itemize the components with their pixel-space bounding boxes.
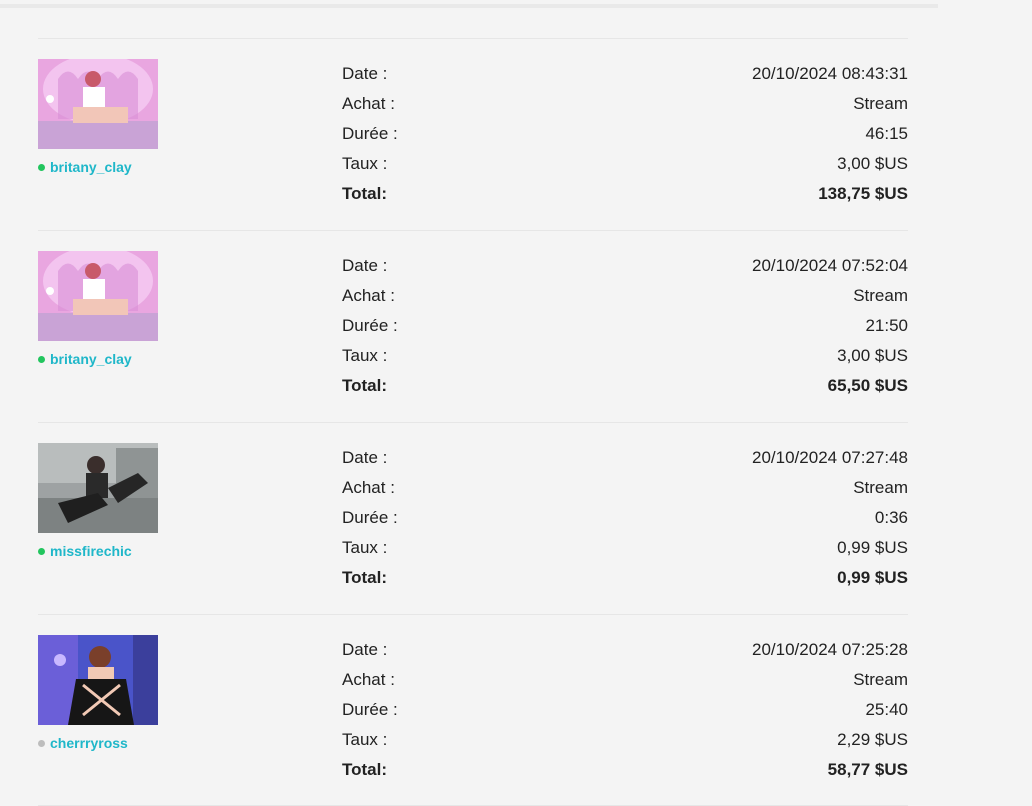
model-thumbnail[interactable] <box>38 635 158 725</box>
username-link[interactable]: cherrryross <box>38 734 128 752</box>
purchase-label: Achat : <box>342 286 395 305</box>
total-value: 0,99 $US <box>837 568 908 587</box>
pink-room-image <box>38 59 158 149</box>
rate-row: Taux : 3,00 $US <box>342 341 908 371</box>
rate-label: Taux : <box>342 346 388 365</box>
transaction-list: britany_clay Date : 20/10/2024 08:43:31 … <box>38 38 908 806</box>
top-divider <box>0 4 938 8</box>
date-row: Date : 20/10/2024 08:43:31 <box>342 59 908 89</box>
transaction-entry: cherrryross Date : 20/10/2024 07:25:28 A… <box>38 614 908 806</box>
online-status-dot <box>38 163 45 171</box>
total-row: Total: 58,77 $US <box>342 755 908 785</box>
username-link[interactable]: missfirechic <box>38 542 132 560</box>
total-value: 65,50 $US <box>827 376 908 395</box>
transaction-entry: missfirechic Date : 20/10/2024 07:27:48 … <box>38 422 908 614</box>
total-value: 58,77 $US <box>827 760 908 779</box>
rate-row: Taux : 0,99 $US <box>342 533 908 563</box>
username-link[interactable]: britany_clay <box>38 158 132 176</box>
purchase-value: Stream <box>853 286 908 305</box>
duration-value: 0:36 <box>874 508 908 527</box>
total-label: Total: <box>342 376 388 395</box>
transaction-details: Date : 20/10/2024 07:27:48 Achat : Strea… <box>342 443 908 593</box>
date-value: 20/10/2024 07:25:28 <box>752 640 908 659</box>
rate-value: 2,29 $US <box>837 730 908 749</box>
blue-light-image <box>38 635 158 725</box>
purchase-label: Achat : <box>342 478 395 497</box>
total-label: Total: <box>342 568 388 587</box>
model-thumbnail[interactable] <box>38 443 158 533</box>
offline-status-dot <box>38 739 45 747</box>
rate-label: Taux : <box>342 154 388 173</box>
purchase-row: Achat : Stream <box>342 665 908 695</box>
duration-row: Durée : 21:50 <box>342 311 908 341</box>
purchase-value: Stream <box>853 670 908 689</box>
online-status-dot <box>38 547 45 555</box>
duration-value: 46:15 <box>865 124 908 143</box>
rate-label: Taux : <box>342 538 388 557</box>
transaction-details: Date : 20/10/2024 08:43:31 Achat : Strea… <box>342 59 908 209</box>
total-value: 138,75 $US <box>818 184 908 203</box>
purchase-row: Achat : Stream <box>342 89 908 119</box>
duration-label: Durée : <box>342 700 398 719</box>
online-status-dot <box>38 355 45 363</box>
purchase-value: Stream <box>853 94 908 113</box>
date-label: Date : <box>342 448 388 467</box>
rate-row: Taux : 3,00 $US <box>342 149 908 179</box>
username-link[interactable]: britany_clay <box>38 350 132 368</box>
date-value: 20/10/2024 07:52:04 <box>752 256 908 275</box>
date-value: 20/10/2024 08:43:31 <box>752 64 908 83</box>
username: cherrryross <box>50 735 128 751</box>
rate-value: 3,00 $US <box>837 346 908 365</box>
rate-row: Taux : 2,29 $US <box>342 725 908 755</box>
total-row: Total: 65,50 $US <box>342 371 908 401</box>
transaction-entry: britany_clay Date : 20/10/2024 07:52:04 … <box>38 230 908 422</box>
date-row: Date : 20/10/2024 07:25:28 <box>342 635 908 665</box>
duration-label: Durée : <box>342 508 398 527</box>
username: missfirechic <box>50 543 132 559</box>
model-thumbnail[interactable] <box>38 59 158 149</box>
grey-sofa-image <box>38 443 158 533</box>
total-label: Total: <box>342 760 388 779</box>
purchase-row: Achat : Stream <box>342 473 908 503</box>
username: britany_clay <box>50 159 132 175</box>
model-thumbnail[interactable] <box>38 251 158 341</box>
date-row: Date : 20/10/2024 07:27:48 <box>342 443 908 473</box>
username: britany_clay <box>50 351 132 367</box>
transaction-entry: britany_clay Date : 20/10/2024 08:43:31 … <box>38 38 908 230</box>
rate-value: 3,00 $US <box>837 154 908 173</box>
total-row: Total: 138,75 $US <box>342 179 908 209</box>
purchase-value: Stream <box>853 478 908 497</box>
purchase-label: Achat : <box>342 94 395 113</box>
duration-row: Durée : 46:15 <box>342 119 908 149</box>
transaction-details: Date : 20/10/2024 07:25:28 Achat : Strea… <box>342 635 908 785</box>
transaction-details: Date : 20/10/2024 07:52:04 Achat : Strea… <box>342 251 908 401</box>
date-row: Date : 20/10/2024 07:52:04 <box>342 251 908 281</box>
total-label: Total: <box>342 184 388 203</box>
date-label: Date : <box>342 256 388 275</box>
pink-room-image <box>38 251 158 341</box>
total-row: Total: 0,99 $US <box>342 563 908 593</box>
duration-value: 25:40 <box>865 700 908 719</box>
purchase-row: Achat : Stream <box>342 281 908 311</box>
duration-label: Durée : <box>342 124 398 143</box>
duration-row: Durée : 0:36 <box>342 503 908 533</box>
date-value: 20/10/2024 07:27:48 <box>752 448 908 467</box>
duration-row: Durée : 25:40 <box>342 695 908 725</box>
rate-label: Taux : <box>342 730 388 749</box>
rate-value: 0,99 $US <box>837 538 908 557</box>
duration-value: 21:50 <box>865 316 908 335</box>
date-label: Date : <box>342 640 388 659</box>
purchase-label: Achat : <box>342 670 395 689</box>
date-label: Date : <box>342 64 388 83</box>
duration-label: Durée : <box>342 316 398 335</box>
